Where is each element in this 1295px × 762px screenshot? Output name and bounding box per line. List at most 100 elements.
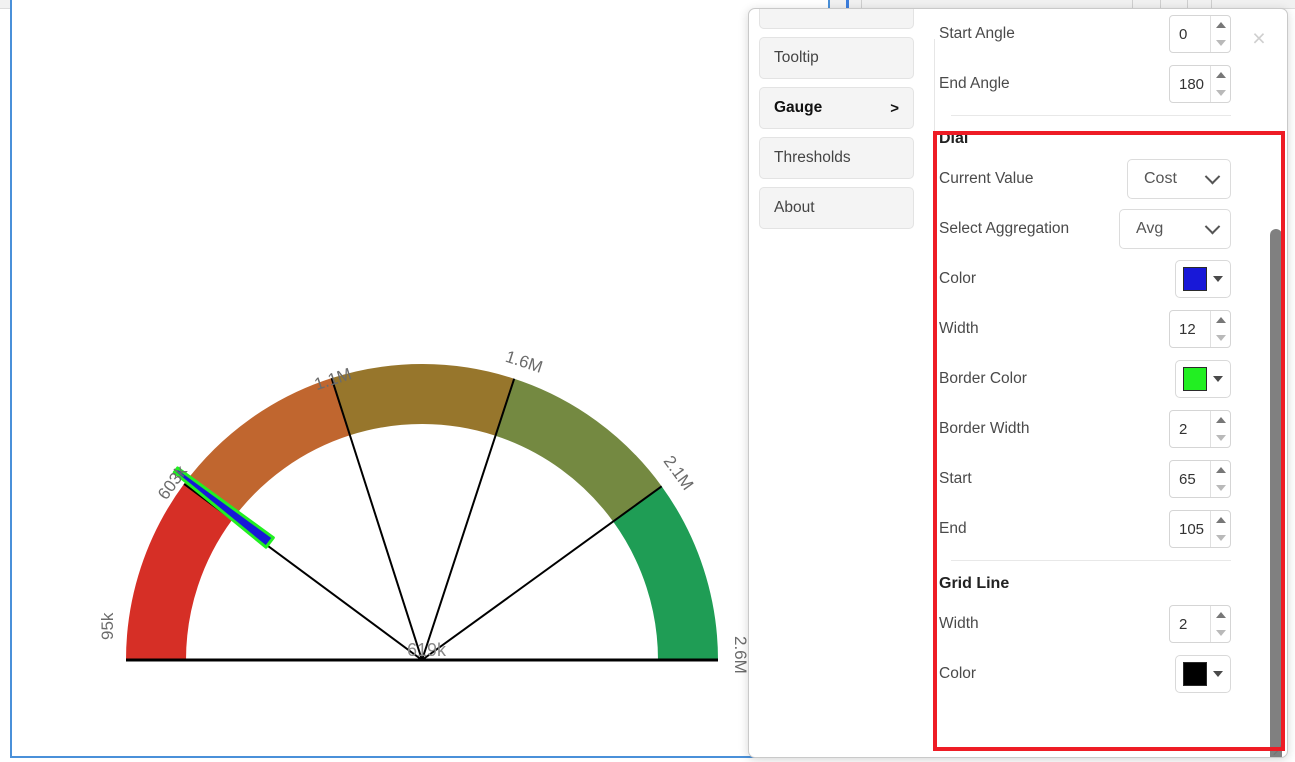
start-angle-stepper[interactable]: 0: [1169, 15, 1231, 53]
caret-down-icon: [1215, 90, 1226, 96]
modal-body: Tooltip Gauge > Thresholds About Start Angle…: [749, 9, 1287, 757]
border-width-stepper[interactable]: 2: [1169, 410, 1231, 448]
color-label: Color: [939, 665, 977, 682]
current-value-select[interactable]: Cost: [1127, 159, 1231, 199]
field-row-color: Color: [939, 254, 1287, 304]
screen: 95k 603k 1.1M 1.6M 2.1M 2.6M 619k × Tool…: [0, 0, 1295, 762]
width-label: Width: [939, 320, 979, 337]
nav-item-gauge[interactable]: Gauge >: [759, 87, 914, 129]
select-aggregation-control: Avg: [1119, 209, 1231, 249]
chevron-right-icon: >: [890, 99, 899, 117]
caret-down-icon: [1215, 485, 1226, 491]
end-angle-increment-button[interactable]: [1211, 66, 1230, 84]
gauge-band-3: [495, 378, 662, 522]
caret-up-icon: [1215, 72, 1226, 78]
start-control: 65: [1169, 460, 1231, 498]
select-aggregation-select[interactable]: Avg: [1119, 209, 1231, 249]
gauge-chart-stage: 95k 603k 1.1M 1.6M 2.1M 2.6M 619k: [12, 0, 828, 756]
settings-nav-list: Tooltip Gauge > Thresholds About: [759, 9, 914, 237]
nav-item-tooltip[interactable]: Tooltip: [759, 37, 914, 79]
caret-down-icon: [1215, 435, 1226, 441]
nav-item-partial[interactable]: [759, 9, 914, 29]
caret-up-icon: [1215, 317, 1226, 323]
nav-item-label: Thresholds: [774, 149, 851, 166]
settings-scrollbar-track[interactable]: [1269, 31, 1285, 757]
dial-section-title: Dial: [939, 130, 969, 147]
width-increment-button[interactable]: [1211, 311, 1230, 329]
caret-down-icon: [1215, 335, 1226, 341]
width-stepper[interactable]: 12: [1169, 310, 1231, 348]
end-angle-decrement-button[interactable]: [1211, 84, 1230, 102]
end-angle-input[interactable]: 180: [1170, 66, 1210, 102]
width-stepper[interactable]: 2: [1169, 605, 1231, 643]
color-swatch: [1183, 267, 1207, 291]
current-value-label: Current Value: [939, 170, 1034, 187]
width-control: 2: [1169, 605, 1231, 643]
nav-item-about[interactable]: About: [759, 187, 914, 229]
end-decrement-button[interactable]: [1211, 529, 1230, 547]
field-row-start: Start 65: [939, 454, 1287, 504]
caret-down-icon: [1213, 376, 1223, 382]
field-row-end-angle: End Angle 180: [939, 59, 1287, 109]
resize-grip-icon[interactable]: [1270, 740, 1284, 756]
gauge-band-0: [126, 483, 233, 660]
caret-up-icon: [1215, 517, 1226, 523]
field-row-color: Color: [939, 649, 1287, 699]
caret-up-icon: [1215, 467, 1226, 473]
start-angle-input[interactable]: 0: [1170, 16, 1210, 52]
caret-up-icon: [1215, 612, 1226, 618]
width-control: 12: [1169, 310, 1231, 348]
start-decrement-button[interactable]: [1211, 479, 1230, 497]
caret-up-icon: [1215, 22, 1226, 28]
field-row-width: Width 2: [939, 599, 1287, 649]
border-color-color-picker[interactable]: [1175, 360, 1231, 398]
current-value-control: Cost: [1127, 159, 1231, 199]
select-aggregation-selected-value: Avg: [1136, 220, 1164, 237]
current-value-selected-value: Cost: [1144, 170, 1177, 187]
width-decrement-button[interactable]: [1211, 329, 1230, 347]
color-color-picker[interactable]: [1175, 655, 1231, 693]
color-control: [1175, 655, 1231, 693]
width-input[interactable]: 12: [1170, 311, 1210, 347]
border-width-increment-button[interactable]: [1211, 411, 1230, 429]
start-increment-button[interactable]: [1211, 461, 1230, 479]
end-increment-button[interactable]: [1211, 511, 1230, 529]
border-width-input[interactable]: 2: [1170, 411, 1210, 447]
end-angle-label: End Angle: [939, 75, 1010, 92]
start-stepper[interactable]: 65: [1169, 460, 1231, 498]
gridline-fields-group: Width 2 Color: [939, 599, 1287, 699]
caret-down-icon: [1215, 535, 1226, 541]
width-decrement-button[interactable]: [1211, 624, 1230, 642]
chevron-down-icon: [1204, 218, 1221, 234]
caret-down-icon: [1215, 630, 1226, 636]
gauge-tick-label-5: 2.6M: [731, 636, 750, 674]
end-control: 105: [1169, 510, 1231, 548]
color-label: Color: [939, 270, 977, 287]
border-width-decrement-button[interactable]: [1211, 429, 1230, 447]
start-label: Start: [939, 470, 972, 487]
field-row-select-aggregation: Select Aggregation Avg: [939, 204, 1287, 254]
border-width-control: 2: [1169, 410, 1231, 448]
nav-item-label: Tooltip: [774, 49, 819, 66]
end-angle-control: 180: [1169, 65, 1231, 103]
color-color-picker[interactable]: [1175, 260, 1231, 298]
gauge-tick-label-0: 95k: [98, 612, 117, 640]
start-angle-increment-button[interactable]: [1211, 16, 1230, 34]
start-input[interactable]: 65: [1170, 461, 1210, 497]
end-stepper[interactable]: 105: [1169, 510, 1231, 548]
nav-item-thresholds[interactable]: Thresholds: [759, 137, 914, 179]
gauge-band-4: [613, 486, 718, 660]
caret-down-icon: [1213, 276, 1223, 282]
settings-modal: × Tooltip Gauge > Thresholds About Start Ang…: [748, 8, 1288, 758]
width-increment-button[interactable]: [1211, 606, 1230, 624]
end-angle-stepper[interactable]: 180: [1169, 65, 1231, 103]
field-row-border-width: Border Width 2: [939, 404, 1287, 454]
settings-scrollbar-thumb[interactable]: [1270, 229, 1282, 757]
gridline-section-title: Grid Line: [939, 575, 1010, 592]
color-swatch: [1183, 662, 1207, 686]
gauge-chart-panel: 95k 603k 1.1M 1.6M 2.1M 2.6M 619k: [10, 0, 830, 758]
start-angle-decrement-button[interactable]: [1211, 34, 1230, 52]
end-input[interactable]: 105: [1170, 511, 1210, 547]
start-angle-control: 0: [1169, 15, 1231, 53]
width-input[interactable]: 2: [1170, 606, 1210, 642]
